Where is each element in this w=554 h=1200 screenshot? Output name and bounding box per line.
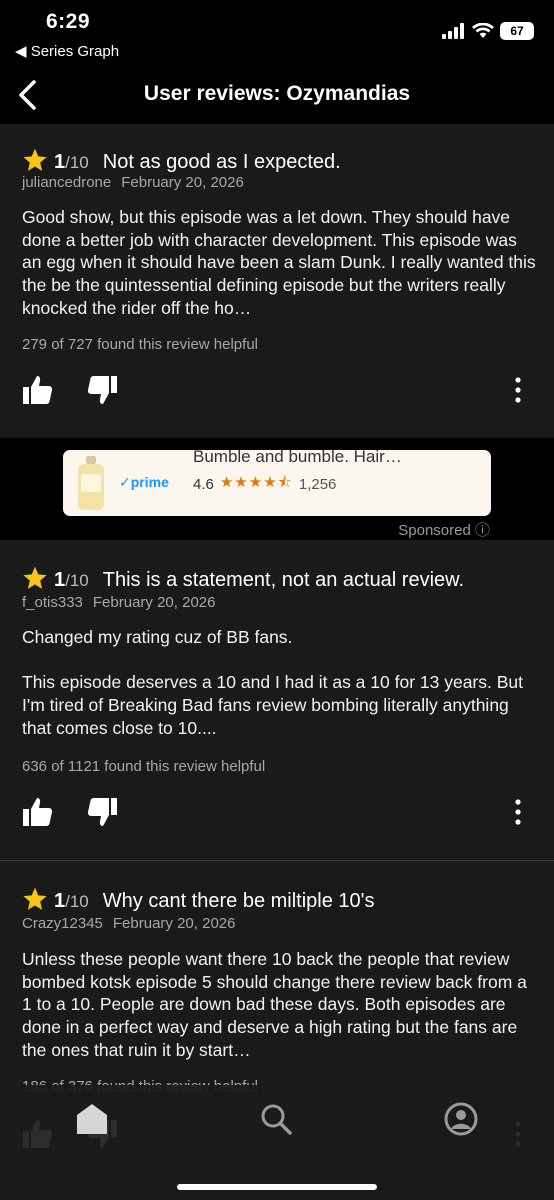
review-meta: f_otis333 February 20, 2026 [22, 594, 215, 611]
wifi-icon [472, 23, 494, 38]
thumbs-down-icon[interactable] [86, 796, 118, 828]
sponsored-label[interactable]: Sponsored ⓘ [398, 519, 490, 540]
review-body[interactable]: Changed my rating cuz of BB fans. This e… [22, 626, 536, 740]
rating-max: /10 [65, 892, 89, 911]
review-author[interactable]: f_otis333 [22, 594, 83, 611]
review-title: This is a statement, not an actual revie… [102, 569, 465, 591]
page-title: User reviews: Ozymandias [143, 82, 411, 105]
thumbs-down-icon[interactable] [86, 374, 118, 406]
review-author[interactable]: Crazy12345 [22, 915, 103, 932]
more-options-icon[interactable] [512, 796, 524, 828]
ad-product-title[interactable]: Bumble and bumble. Hair… [193, 450, 402, 467]
nav-bar: User reviews: Ozymandias [0, 66, 554, 124]
profile-icon[interactable] [443, 1101, 479, 1137]
rating-value: 1 [54, 151, 66, 173]
back-to-app-link[interactable]: ◀ Series Graph [15, 42, 119, 60]
home-icon[interactable] [74, 1101, 110, 1137]
rating-value: 1 [54, 569, 66, 591]
rating-max: /10 [65, 571, 89, 590]
review-date: February 20, 2026 [112, 915, 236, 932]
ad-rating-value: 4.6 [193, 476, 214, 493]
review-card: 1 /10 This is a statement, not an actual… [0, 540, 554, 860]
review-title: Why cant there be miltiple 10's [102, 890, 375, 912]
review-author[interactable]: juliancedrone [22, 174, 111, 191]
review-actions [0, 796, 554, 836]
review-header: 1 /10 Not as good as I expected. [22, 142, 341, 174]
rating-value: 1 [54, 890, 66, 912]
review-actions [0, 374, 554, 414]
tab-bar [0, 1085, 554, 1200]
product-bottle-icon [78, 456, 104, 510]
thumbs-up-icon[interactable] [22, 796, 54, 828]
star-icon [23, 148, 47, 171]
ad-rating: 4.6 ★★★★⯪ 1,256 [193, 472, 336, 497]
more-options-icon[interactable] [512, 374, 524, 406]
thumbs-up-icon[interactable] [22, 374, 54, 406]
status-bar: 6:29 ◀ Series Graph 67 [0, 0, 554, 66]
review-header: 1 /10 This is a statement, not an actual… [22, 560, 464, 592]
sponsored-ad[interactable]: ✓prime Bumble and bumble. Hair… 4.6 ★★★★… [0, 438, 554, 540]
cellular-signal-icon [442, 23, 464, 39]
review-meta: Crazy12345 February 20, 2026 [22, 915, 235, 932]
helpful-count: 279 of 727 found this review helpful [22, 336, 258, 353]
home-indicator [177, 1184, 377, 1190]
helpful-count: 636 of 1121 found this review helpful [22, 758, 266, 775]
ad-card[interactable]: ✓prime Bumble and bumble. Hair… 4.6 ★★★★… [63, 450, 491, 516]
prime-badge: ✓prime [119, 474, 169, 490]
battery-icon: 67 [500, 22, 534, 40]
review-date: February 20, 2026 [92, 594, 216, 611]
review-body[interactable]: Unless these people want there 10 back t… [22, 948, 536, 1062]
rating-max: /10 [65, 153, 89, 172]
search-icon[interactable] [258, 1101, 294, 1137]
ad-rating-count: 1,256 [298, 476, 337, 493]
ad-stars: ★★★★⯪ [219, 474, 293, 491]
star-icon [23, 566, 47, 589]
status-time: 6:29 [46, 10, 91, 33]
review-card: 1 /10 Not as good as I expected. julianc… [0, 124, 554, 438]
review-title: Not as good as I expected. [102, 151, 341, 173]
review-body[interactable]: Good show, but this episode was a let do… [22, 206, 536, 320]
review-header: 1 /10 Why cant there be miltiple 10's [22, 881, 374, 913]
star-icon [23, 887, 47, 910]
review-meta: juliancedrone February 20, 2026 [22, 174, 244, 191]
status-icons: 67 [442, 22, 534, 40]
review-date: February 20, 2026 [121, 174, 244, 191]
